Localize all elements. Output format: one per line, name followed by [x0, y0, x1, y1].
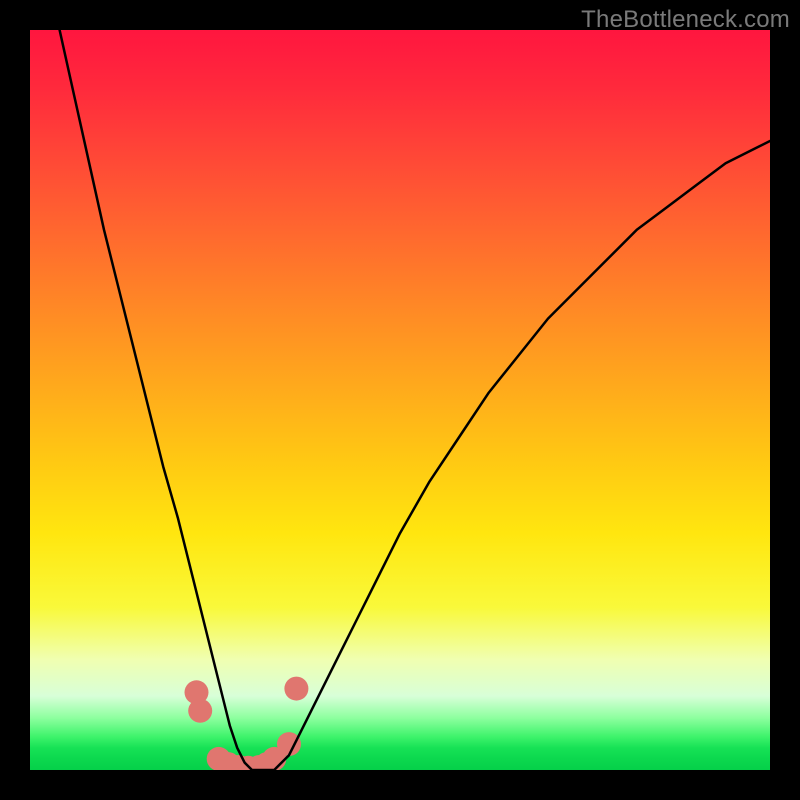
highlight-dot [188, 699, 212, 723]
curve-layer [30, 30, 770, 770]
highlight-dot [284, 677, 308, 701]
plot-area [30, 30, 770, 770]
chart-frame: TheBottleneck.com [0, 0, 800, 800]
bottleneck-curve [60, 30, 770, 770]
